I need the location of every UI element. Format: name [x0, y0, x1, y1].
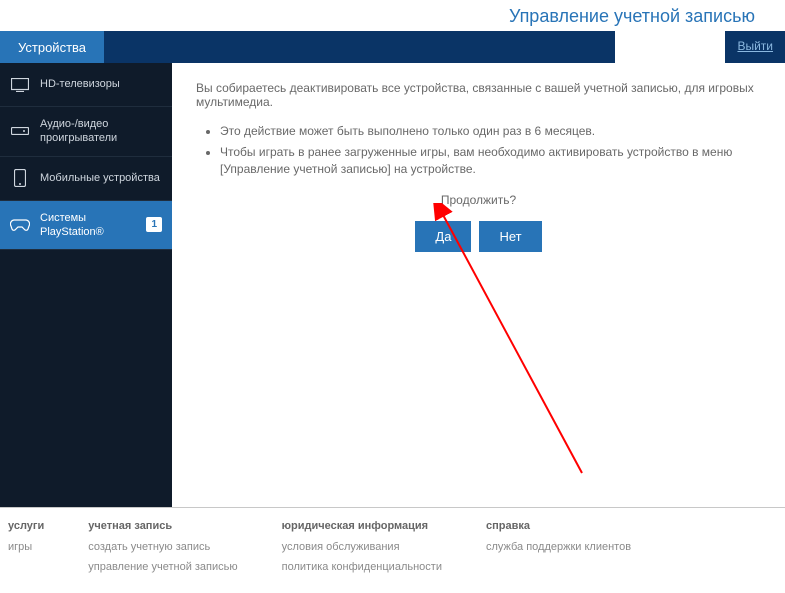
page-title: Управление учетной записью: [509, 6, 755, 26]
sidebar-item-label: Системы PlayStation®: [40, 211, 136, 240]
deactivate-message: Вы собираетесь деактивировать все устрой…: [196, 81, 761, 109]
search-input[interactable]: [615, 31, 725, 63]
confirm-buttons: Да Нет: [196, 221, 761, 252]
tab-label: Устройства: [18, 40, 86, 55]
footer-col-help: справка служба поддержки клиентов: [486, 520, 631, 581]
tab-devices[interactable]: Устройства: [0, 31, 104, 63]
no-button[interactable]: Нет: [479, 221, 541, 252]
info-item: Это действие может быть выполнено только…: [220, 123, 761, 140]
sidebar-item-label: HD-телевизоры: [40, 77, 162, 91]
logout-link[interactable]: Выйти: [725, 31, 785, 63]
controller-icon: [10, 218, 30, 232]
footer: услуги игры учетная запись создать учетн…: [0, 507, 785, 593]
sidebar-item-av-players[interactable]: Аудио-/видео проигрыватели: [0, 107, 172, 157]
device-count-badge: 1: [146, 217, 162, 232]
footer-link[interactable]: игры: [8, 540, 44, 554]
topbar-spacer: [104, 31, 615, 63]
info-item: Чтобы играть в ранее загруженные игры, в…: [220, 144, 761, 178]
sidebar-item-label: Аудио-/видео проигрыватели: [40, 117, 162, 146]
info-list: Это действие может быть выполнено только…: [196, 123, 761, 177]
sidebar-item-hd-tv[interactable]: HD-телевизоры: [0, 63, 172, 107]
footer-heading: учетная запись: [88, 520, 237, 532]
page-header: Управление учетной записью: [0, 0, 785, 31]
footer-heading: юридическая информация: [282, 520, 442, 532]
sidebar: HD-телевизоры Аудио-/видео проигрыватели…: [0, 63, 172, 507]
topbar: Устройства Выйти: [0, 31, 785, 63]
sidebar-item-label: Мобильные устройства: [40, 171, 162, 185]
main: HD-телевизоры Аудио-/видео проигрыватели…: [0, 63, 785, 507]
footer-col-services: услуги игры: [8, 520, 44, 581]
player-icon: [10, 127, 30, 135]
footer-heading: справка: [486, 520, 631, 532]
sidebar-item-mobile[interactable]: Мобильные устройства: [0, 157, 172, 201]
yes-button[interactable]: Да: [415, 221, 471, 252]
content: Вы собираетесь деактивировать все устрой…: [172, 63, 785, 507]
footer-link[interactable]: условия обслуживания: [282, 540, 442, 554]
footer-link[interactable]: служба поддержки клиентов: [486, 540, 631, 554]
confirm-prompt: Продолжить?: [196, 193, 761, 207]
footer-col-account: учетная запись создать учетную запись уп…: [88, 520, 237, 581]
sidebar-item-playstation[interactable]: Системы PlayStation® 1: [0, 201, 172, 251]
topbar-right: Выйти: [615, 31, 785, 63]
mobile-icon: [10, 169, 30, 187]
tv-icon: [10, 78, 30, 92]
footer-col-legal: юридическая информация условия обслужива…: [282, 520, 442, 581]
footer-link[interactable]: политика конфиденциальности: [282, 560, 442, 574]
footer-heading: услуги: [8, 520, 44, 532]
footer-link[interactable]: создать учетную запись: [88, 540, 237, 554]
footer-link[interactable]: управление учетной записью: [88, 560, 237, 574]
